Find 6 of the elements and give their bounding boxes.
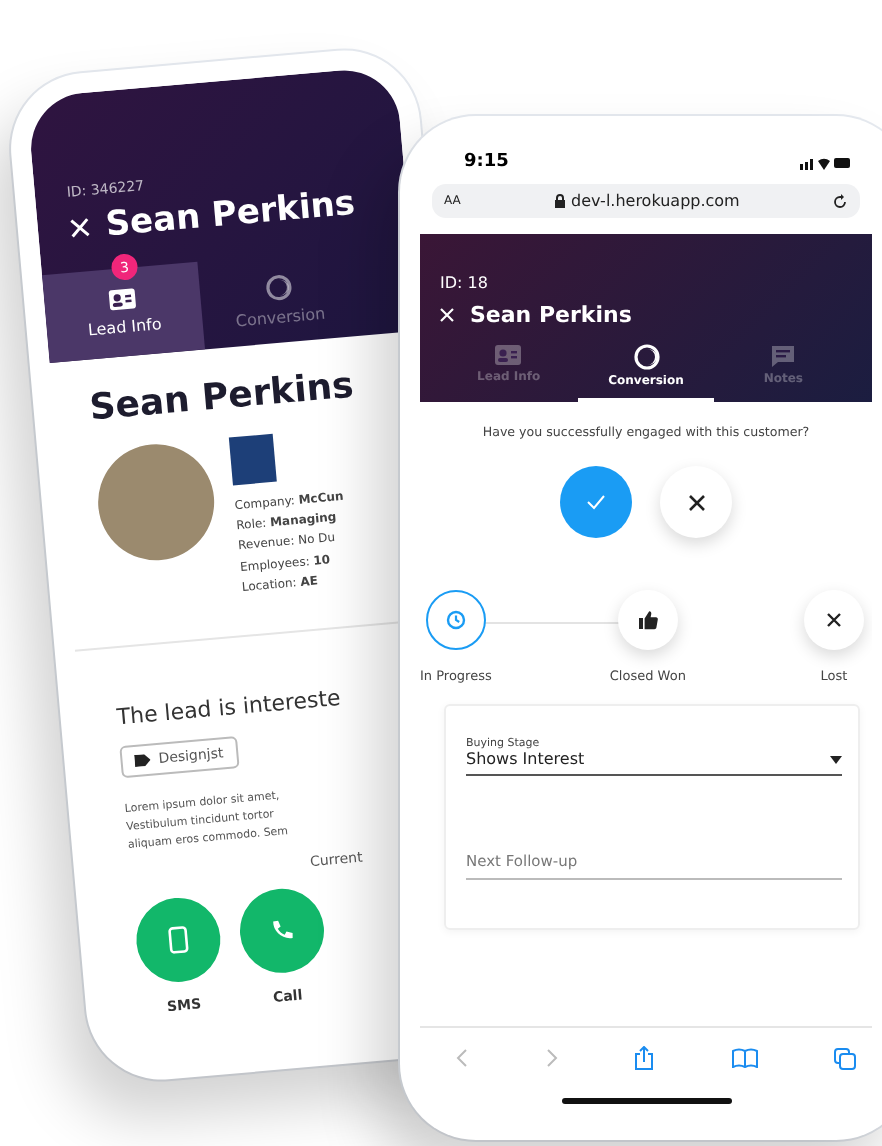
lead-id: ID: 18: [440, 274, 488, 292]
interest-text: The lead is intereste: [115, 682, 344, 731]
lead-title: Sean Perkins: [470, 302, 632, 328]
status-time: 9:15: [464, 152, 509, 172]
url-text: dev-l.herokuapp.com: [571, 192, 740, 210]
lead-name: Sean Perkins: [87, 362, 358, 430]
